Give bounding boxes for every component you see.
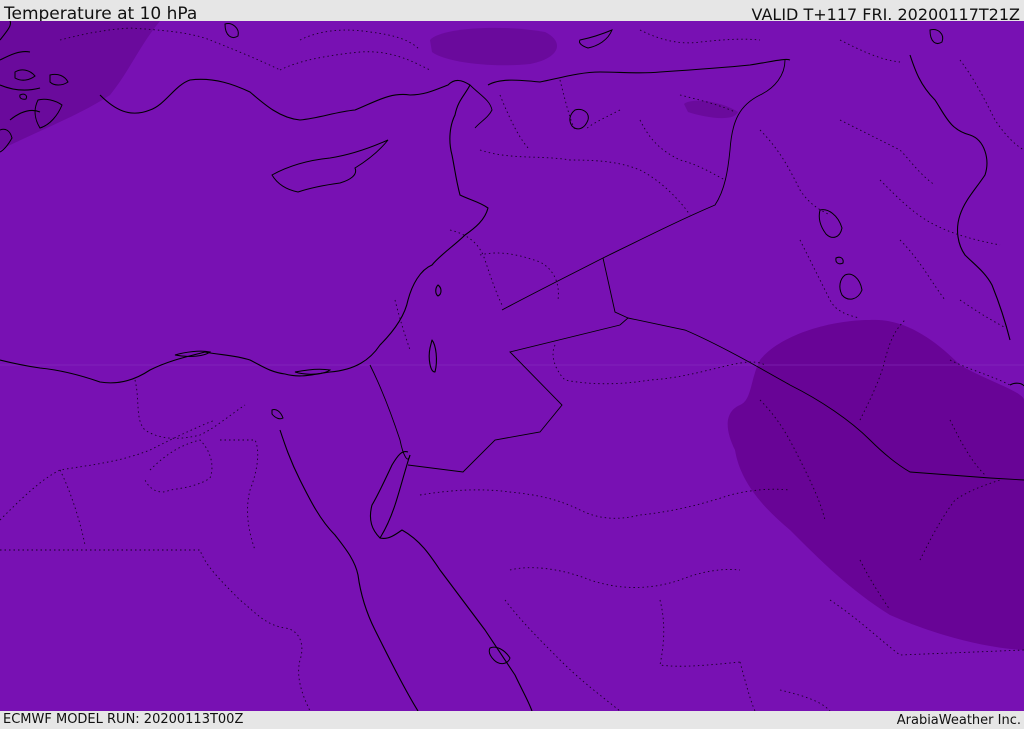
map-area xyxy=(0,21,1024,711)
model-run-label: ECMWF MODEL RUN: 20200113T00Z xyxy=(3,712,244,727)
footer-bar: ECMWF MODEL RUN: 20200113T00Z ArabiaWeat… xyxy=(0,711,1024,729)
header-bar: Temperature at 10 hPa VALID T+117 FRI. 2… xyxy=(0,0,1024,24)
credit-label: ArabiaWeather Inc. xyxy=(896,713,1021,728)
map-canvas xyxy=(0,21,1024,711)
